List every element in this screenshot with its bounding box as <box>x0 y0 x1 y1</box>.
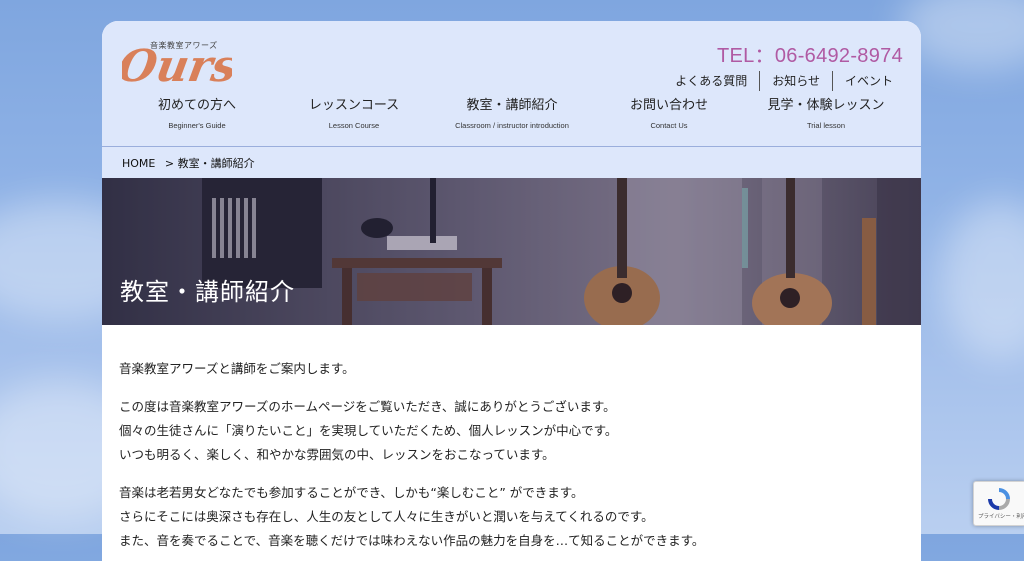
text-line: いつも明るく、楽しく、和やかな雰囲気の中、レッスンをおこなっています。 <box>119 447 555 462</box>
breadcrumb-home[interactable]: HOME <box>122 157 155 170</box>
news-link[interactable]: お知らせ <box>759 71 832 91</box>
sky-cloud <box>940 200 1024 360</box>
nav-sublabel: Lesson Course <box>328 121 380 130</box>
nav-sublabel: Beginner's Guide <box>168 121 226 130</box>
nav-beginners-guide[interactable]: 初めての方へ Beginner's Guide <box>157 94 237 130</box>
main-nav: 初めての方へ Beginner's Guide レッスンコース Lesson C… <box>102 94 921 134</box>
text-line: さらにそこには奥深さも存在し、人生の友として人々に生きがいと潤いを与えてくれるの… <box>119 509 654 524</box>
nav-sublabel: Contact Us <box>650 121 688 130</box>
nav-lesson-course[interactable]: レッスンコース Lesson Course <box>304 94 404 130</box>
nav-label: レッスンコース <box>308 98 400 113</box>
event-link[interactable]: イベント <box>831 71 905 91</box>
nav-sublabel: Classroom / instructor introduction <box>455 121 569 130</box>
intro-paragraph: 音楽は老若男女どなたでも参加することができ、しかも“楽しむこと” ができます。 … <box>119 481 704 553</box>
nav-contact[interactable]: お問い合わせ Contact Us <box>619 94 719 130</box>
intro-paragraph: 音楽教室アワーズと講師をご案内します。 <box>119 357 704 381</box>
nav-trial-lesson[interactable]: 見学・体験レッスン Trial lesson <box>762 94 890 130</box>
breadcrumb: HOME > 教室・講師紹介 <box>122 155 255 171</box>
intro-text: 音楽教室アワーズと講師をご案内します。 この度は音楽教室アワーズのホームページを… <box>119 357 704 561</box>
nav-sublabel: Trial lesson <box>806 121 846 130</box>
text-line: この度は音楽教室アワーズのホームページをご覧いただき、誠にありがとうございます。 <box>119 399 616 414</box>
recaptcha-text[interactable]: プライバシー・利用規約 <box>978 512 1024 520</box>
nav-label: 教室・講師紹介 <box>466 98 558 113</box>
phone-number[interactable]: TEL：06-6492-8974 <box>717 39 903 68</box>
utility-nav: よくある質問 お知らせ イベント <box>663 71 905 91</box>
recaptcha-icon <box>988 488 1010 510</box>
nav-label: 初めての方へ <box>157 98 236 113</box>
text-line: 音楽は老若男女どなたでも参加することができ、しかも“楽しむこと” ができます。 <box>119 485 584 500</box>
hero-banner: 教室・講師紹介 <box>102 178 921 325</box>
breadcrumb-bar: HOME > 教室・講師紹介 <box>102 146 921 179</box>
page-container: Ours 音楽教室アワーズ TEL：06-6492-8974 よくある質問 お知… <box>102 21 921 561</box>
nav-label: お問い合わせ <box>629 98 708 113</box>
text-line: また、音を奏でることで、音楽を聴くだけでは味わえない作品の魅力を自身を…て知るこ… <box>119 533 705 548</box>
logo-subtitle: 音楽教室アワーズ <box>150 41 218 50</box>
intro-paragraph: この度は音楽教室アワーズのホームページをご覧いただき、誠にありがとうございます。… <box>119 395 704 467</box>
text-line: 音楽教室アワーズと講師をご案内します。 <box>119 361 355 376</box>
recaptcha-badge[interactable]: プライバシー・利用規約 <box>973 481 1024 526</box>
nav-classroom-instructor[interactable]: 教室・講師紹介 Classroom / instructor introduct… <box>442 94 582 130</box>
site-header: Ours 音楽教室アワーズ TEL：06-6492-8974 よくある質問 お知… <box>102 21 921 146</box>
faq-link[interactable]: よくある質問 <box>663 71 759 91</box>
breadcrumb-current: > 教室・講師紹介 <box>164 157 255 170</box>
text-line: 個々の生徒さんに「演りたいこと」を実現していただくため、個人レッスンが中心です。 <box>119 423 618 438</box>
page-title: 教室・講師紹介 <box>120 278 295 306</box>
nav-label: 見学・体験レッスン <box>767 98 885 113</box>
